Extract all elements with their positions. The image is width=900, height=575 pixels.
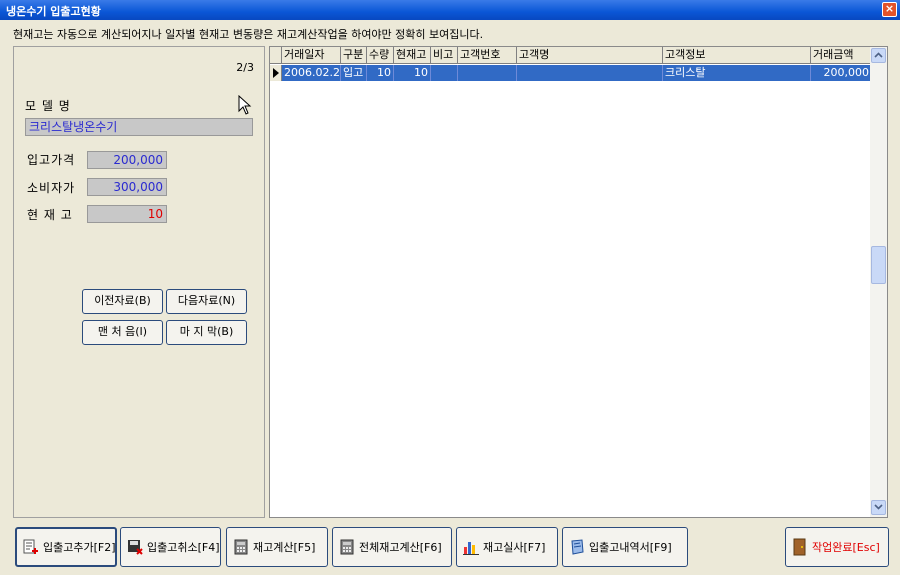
model-label: 모 델 명: [25, 99, 71, 113]
prev-record-button[interactable]: 이전자료(B): [82, 289, 163, 314]
bar-chart-icon: [463, 542, 479, 555]
col-customer-info[interactable]: 고객정보: [663, 47, 811, 63]
full-stock-calc-button[interactable]: 전체재고계산[F6]: [332, 527, 452, 567]
retail-price-field[interactable]: 300,000: [87, 178, 167, 196]
scroll-down-button[interactable]: [871, 500, 886, 515]
header-row-indicator: [270, 47, 282, 63]
cell-customer-no[interactable]: [458, 65, 517, 81]
stock-calc-label: 재고계산[F5]: [253, 541, 316, 554]
col-stock[interactable]: 현재고: [394, 47, 431, 63]
model-field[interactable]: 크리스탈냉온수기: [25, 118, 253, 136]
stock-audit-label: 재고실사[F7]: [483, 541, 546, 554]
record-pager: 2/3: [236, 61, 254, 74]
mouse-pointer-icon: [238, 95, 252, 115]
grid-header: 거래일자 구분 수량 현재고 비고 고객번호 고객명 고객정보 거래금액: [270, 47, 872, 64]
cell-type[interactable]: 입고: [341, 65, 367, 81]
cancel-transaction-label: 입출고취소[F4]: [147, 541, 220, 554]
stock-field[interactable]: 10: [87, 205, 167, 223]
col-qty[interactable]: 수량: [367, 47, 394, 63]
close-button[interactable]: ×: [882, 2, 897, 17]
stock-audit-button[interactable]: 재고실사[F7]: [456, 527, 558, 567]
chevron-up-icon: [874, 52, 883, 58]
table-row[interactable]: 2006.02.23 입고 10 10 크리스탈 200,000: [270, 65, 872, 81]
cell-stock[interactable]: 10: [394, 65, 431, 81]
scroll-up-button[interactable]: [871, 48, 886, 63]
row-indicator: [270, 65, 282, 81]
report-icon: [571, 539, 584, 555]
cell-note[interactable]: [431, 65, 458, 81]
stock-calc-button[interactable]: 재고계산[F5]: [226, 527, 328, 567]
col-customer-name[interactable]: 고객명: [517, 47, 663, 63]
last-record-button[interactable]: 마 지 막(B): [166, 320, 247, 345]
col-date[interactable]: 거래일자: [282, 47, 341, 63]
finish-button[interactable]: 작업완료[Esc]: [785, 527, 889, 567]
col-customer-no[interactable]: 고객번호: [458, 47, 517, 63]
door-exit-icon: [793, 538, 806, 556]
retail-price-label: 소비자가: [27, 181, 76, 195]
cost-price-field[interactable]: 200,000: [87, 151, 167, 169]
chevron-down-icon: [874, 504, 883, 510]
cell-customer-name[interactable]: [517, 65, 663, 81]
add-list-icon: [23, 539, 38, 554]
floppy-delete-icon: [128, 540, 143, 555]
title-bar: 냉온수기 입출고현황 ×: [0, 0, 900, 20]
cancel-transaction-button[interactable]: 입출고취소[F4]: [120, 527, 221, 567]
stock-label: 현 재 고: [27, 208, 73, 222]
col-amount[interactable]: 거래금액: [811, 47, 872, 63]
cost-price-label: 입고가격: [27, 153, 76, 167]
cell-date[interactable]: 2006.02.23: [282, 65, 341, 81]
vertical-scrollbar[interactable]: [870, 47, 887, 517]
transaction-grid[interactable]: 거래일자 구분 수량 현재고 비고 고객번호 고객명 고객정보 거래금액 200…: [269, 46, 888, 518]
current-row-arrow-icon: [273, 68, 279, 78]
col-type[interactable]: 구분: [341, 47, 367, 63]
first-record-button[interactable]: 맨 처 음(I): [82, 320, 163, 345]
calculator-icon: [340, 539, 354, 555]
cell-customer-info[interactable]: 크리스탈: [663, 65, 811, 81]
notice-text: 현재고는 자동으로 계산되어지나 일자별 현재고 변동량은 재고계산작업을 하여…: [13, 28, 484, 41]
product-info-panel: 2/3 모 델 명 크리스탈냉온수기 입고가격 200,000 소비자가 300…: [13, 46, 265, 518]
add-transaction-label: 입출고추가[F2]: [43, 541, 116, 554]
add-transaction-button[interactable]: 입출고추가[F2]: [15, 527, 117, 567]
cell-amount[interactable]: 200,000: [811, 65, 872, 81]
next-record-button[interactable]: 다음자료(N): [166, 289, 247, 314]
calculator-icon: [234, 539, 248, 555]
cell-qty[interactable]: 10: [367, 65, 394, 81]
full-stock-calc-label: 전체재고계산[F6]: [359, 541, 442, 554]
window-title: 냉온수기 입출고현황: [6, 5, 101, 18]
finish-label: 작업완료[Esc]: [812, 541, 880, 554]
transaction-history-label: 입출고내역서[F9]: [589, 541, 672, 554]
col-note[interactable]: 비고: [431, 47, 458, 63]
transaction-history-button[interactable]: 입출고내역서[F9]: [562, 527, 688, 567]
scroll-thumb[interactable]: [871, 246, 886, 284]
